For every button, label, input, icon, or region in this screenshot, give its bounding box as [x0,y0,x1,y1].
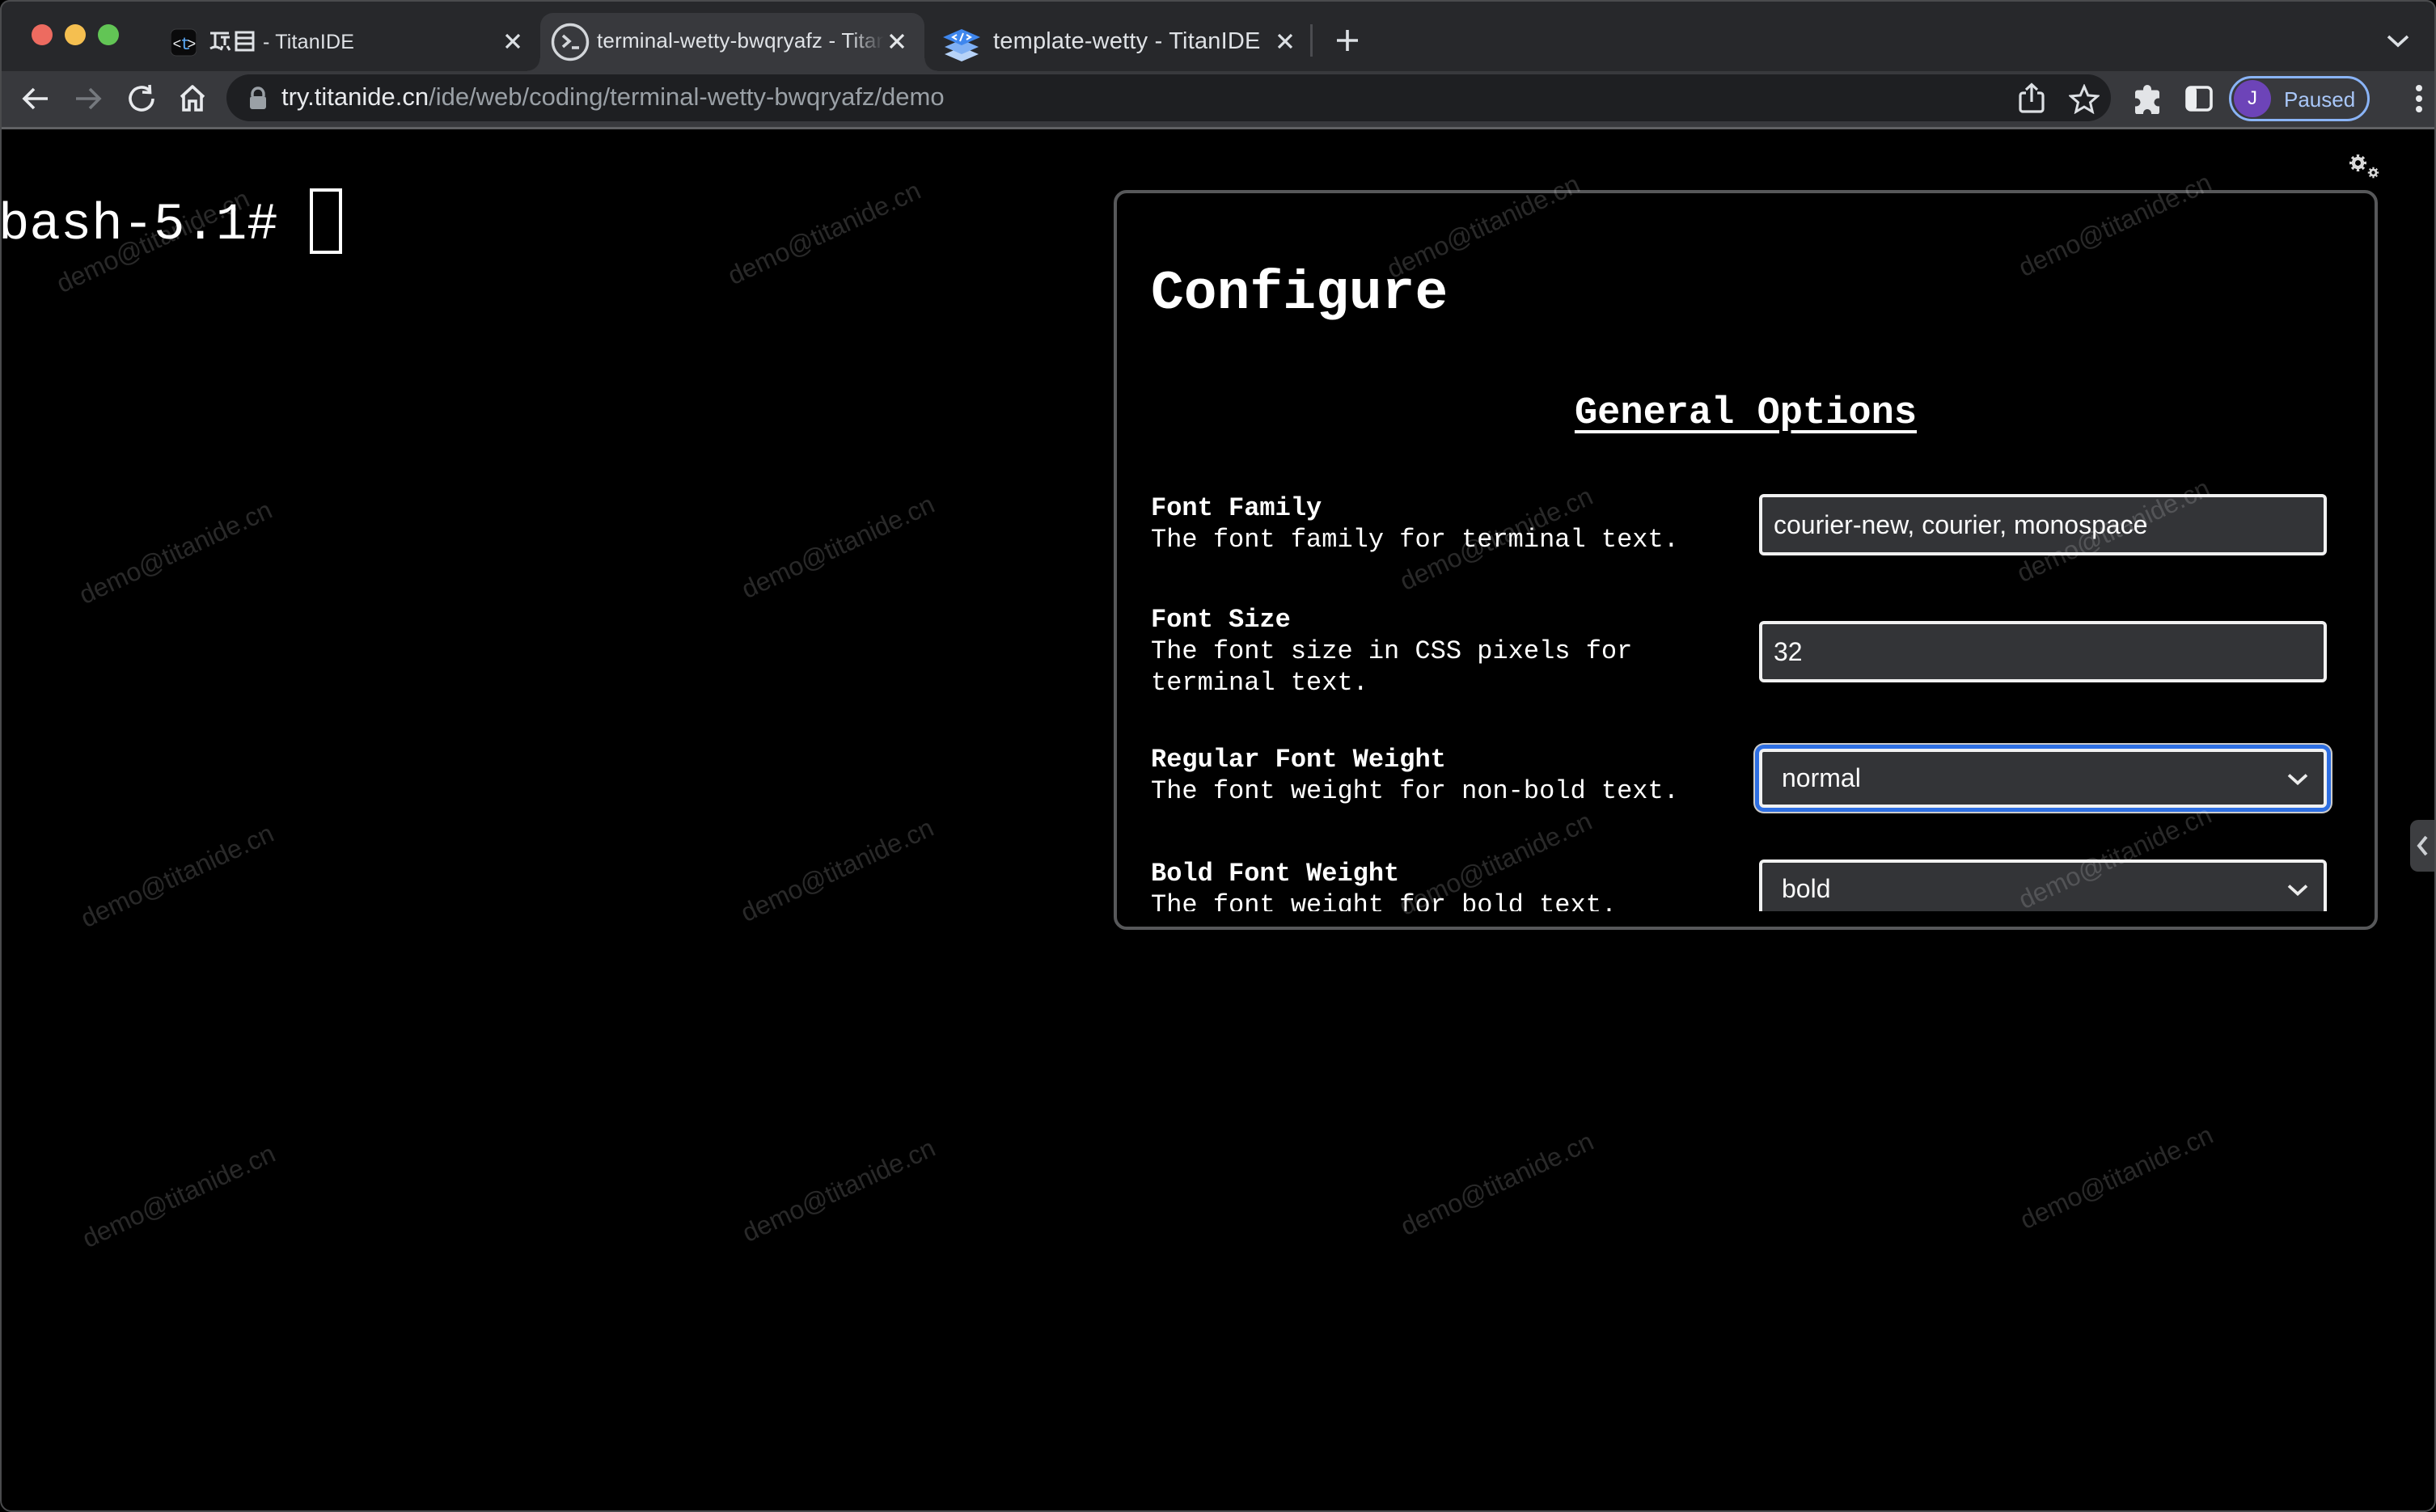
svg-text:>: > [188,37,197,53]
